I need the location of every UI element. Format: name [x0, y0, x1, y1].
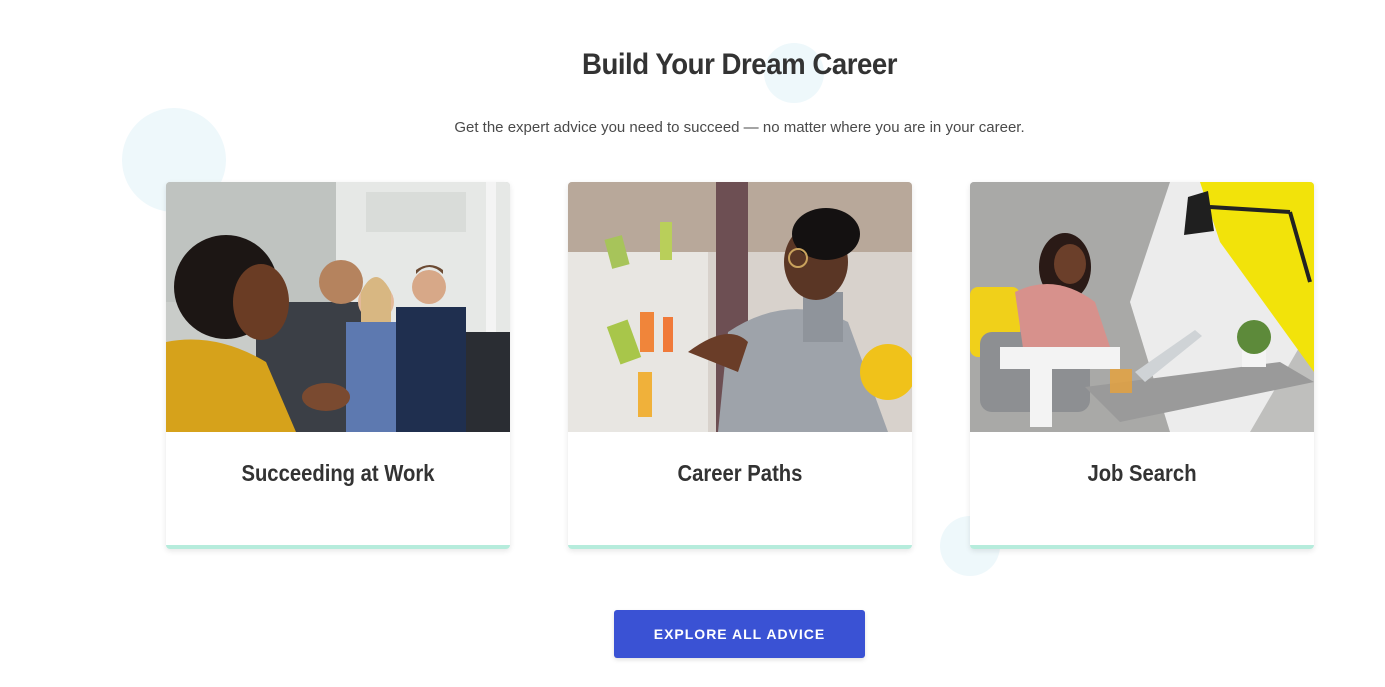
explore-all-advice-button[interactable]: EXPLORE ALL ADVICE — [614, 610, 865, 658]
card-accent-bar — [568, 545, 912, 549]
woman-on-laptop-photo — [970, 182, 1314, 432]
card-accent-bar — [970, 545, 1314, 549]
card-career-paths[interactable]: Career Paths — [568, 182, 912, 549]
card-accent-bar — [166, 545, 510, 549]
card-label: Career Paths — [677, 460, 803, 486]
woman-writing-on-glass-photo — [568, 182, 912, 432]
section-subtitle: Get the expert advice you need to succee… — [454, 119, 1025, 136]
card-succeeding-at-work[interactable]: Succeeding at Work — [166, 182, 510, 549]
team-meeting-photo — [166, 182, 510, 432]
card-label: Job Search — [1087, 460, 1197, 486]
career-advice-section: Build Your Dream Career Get the expert a… — [0, 0, 1385, 687]
card-label: Succeeding at Work — [241, 460, 435, 486]
card-job-search[interactable]: Job Search — [970, 182, 1314, 549]
section-title: Build Your Dream Career — [581, 48, 898, 81]
